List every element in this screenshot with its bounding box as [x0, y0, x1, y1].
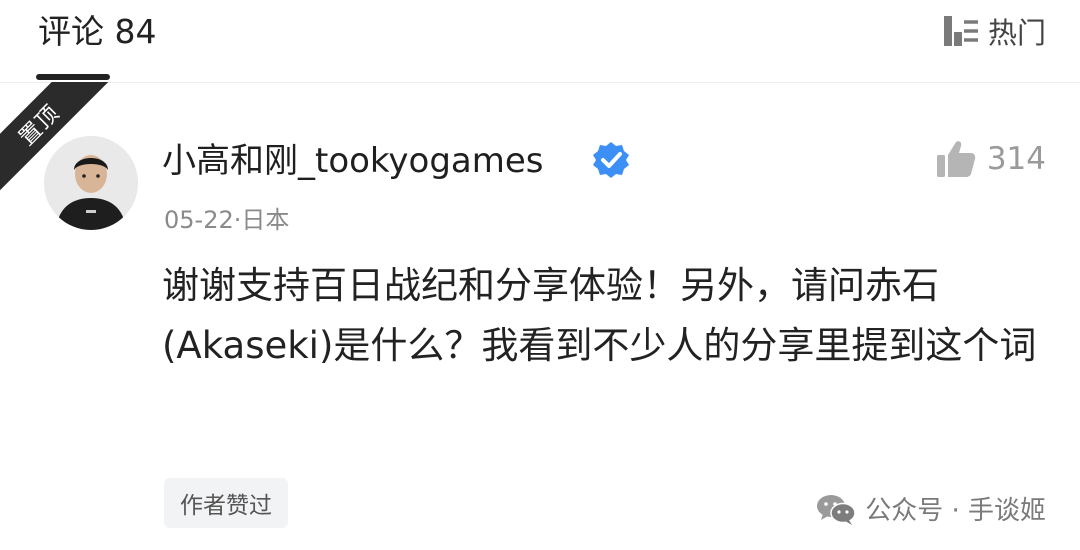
verified-badge-icon: [592, 141, 630, 179]
tab-underline: [36, 74, 110, 80]
like-count: 314: [986, 141, 1046, 177]
watermark: 公众号 · 手谈姬: [815, 490, 1046, 527]
comment-text: 谢谢支持百日战纪和分享体验！另外，请问赤石(Akaseki)是什么？我看到不少人…: [162, 264, 1037, 367]
sort-icon: [940, 14, 980, 48]
like-button[interactable]: 314: [935, 136, 1046, 182]
thumbs-up-icon: [935, 138, 977, 180]
comment-meta: 05-22·日本: [164, 206, 290, 234]
watermark-text: 公众号 · 手谈姬: [865, 496, 1046, 526]
wechat-icon: [815, 492, 857, 526]
avatar[interactable]: [44, 136, 138, 230]
comments-header: 评论 84 热门: [0, 0, 1080, 83]
author-liked-badge: 作者赞过: [164, 478, 288, 528]
comment-count-title: 评论 84: [38, 12, 157, 51]
sort-toggle-button[interactable]: 热门: [940, 10, 1046, 52]
pinned-label: 置顶: [14, 100, 65, 151]
sort-label: 热门: [987, 16, 1046, 50]
username[interactable]: 小高和刚_tookyogames: [162, 138, 544, 184]
